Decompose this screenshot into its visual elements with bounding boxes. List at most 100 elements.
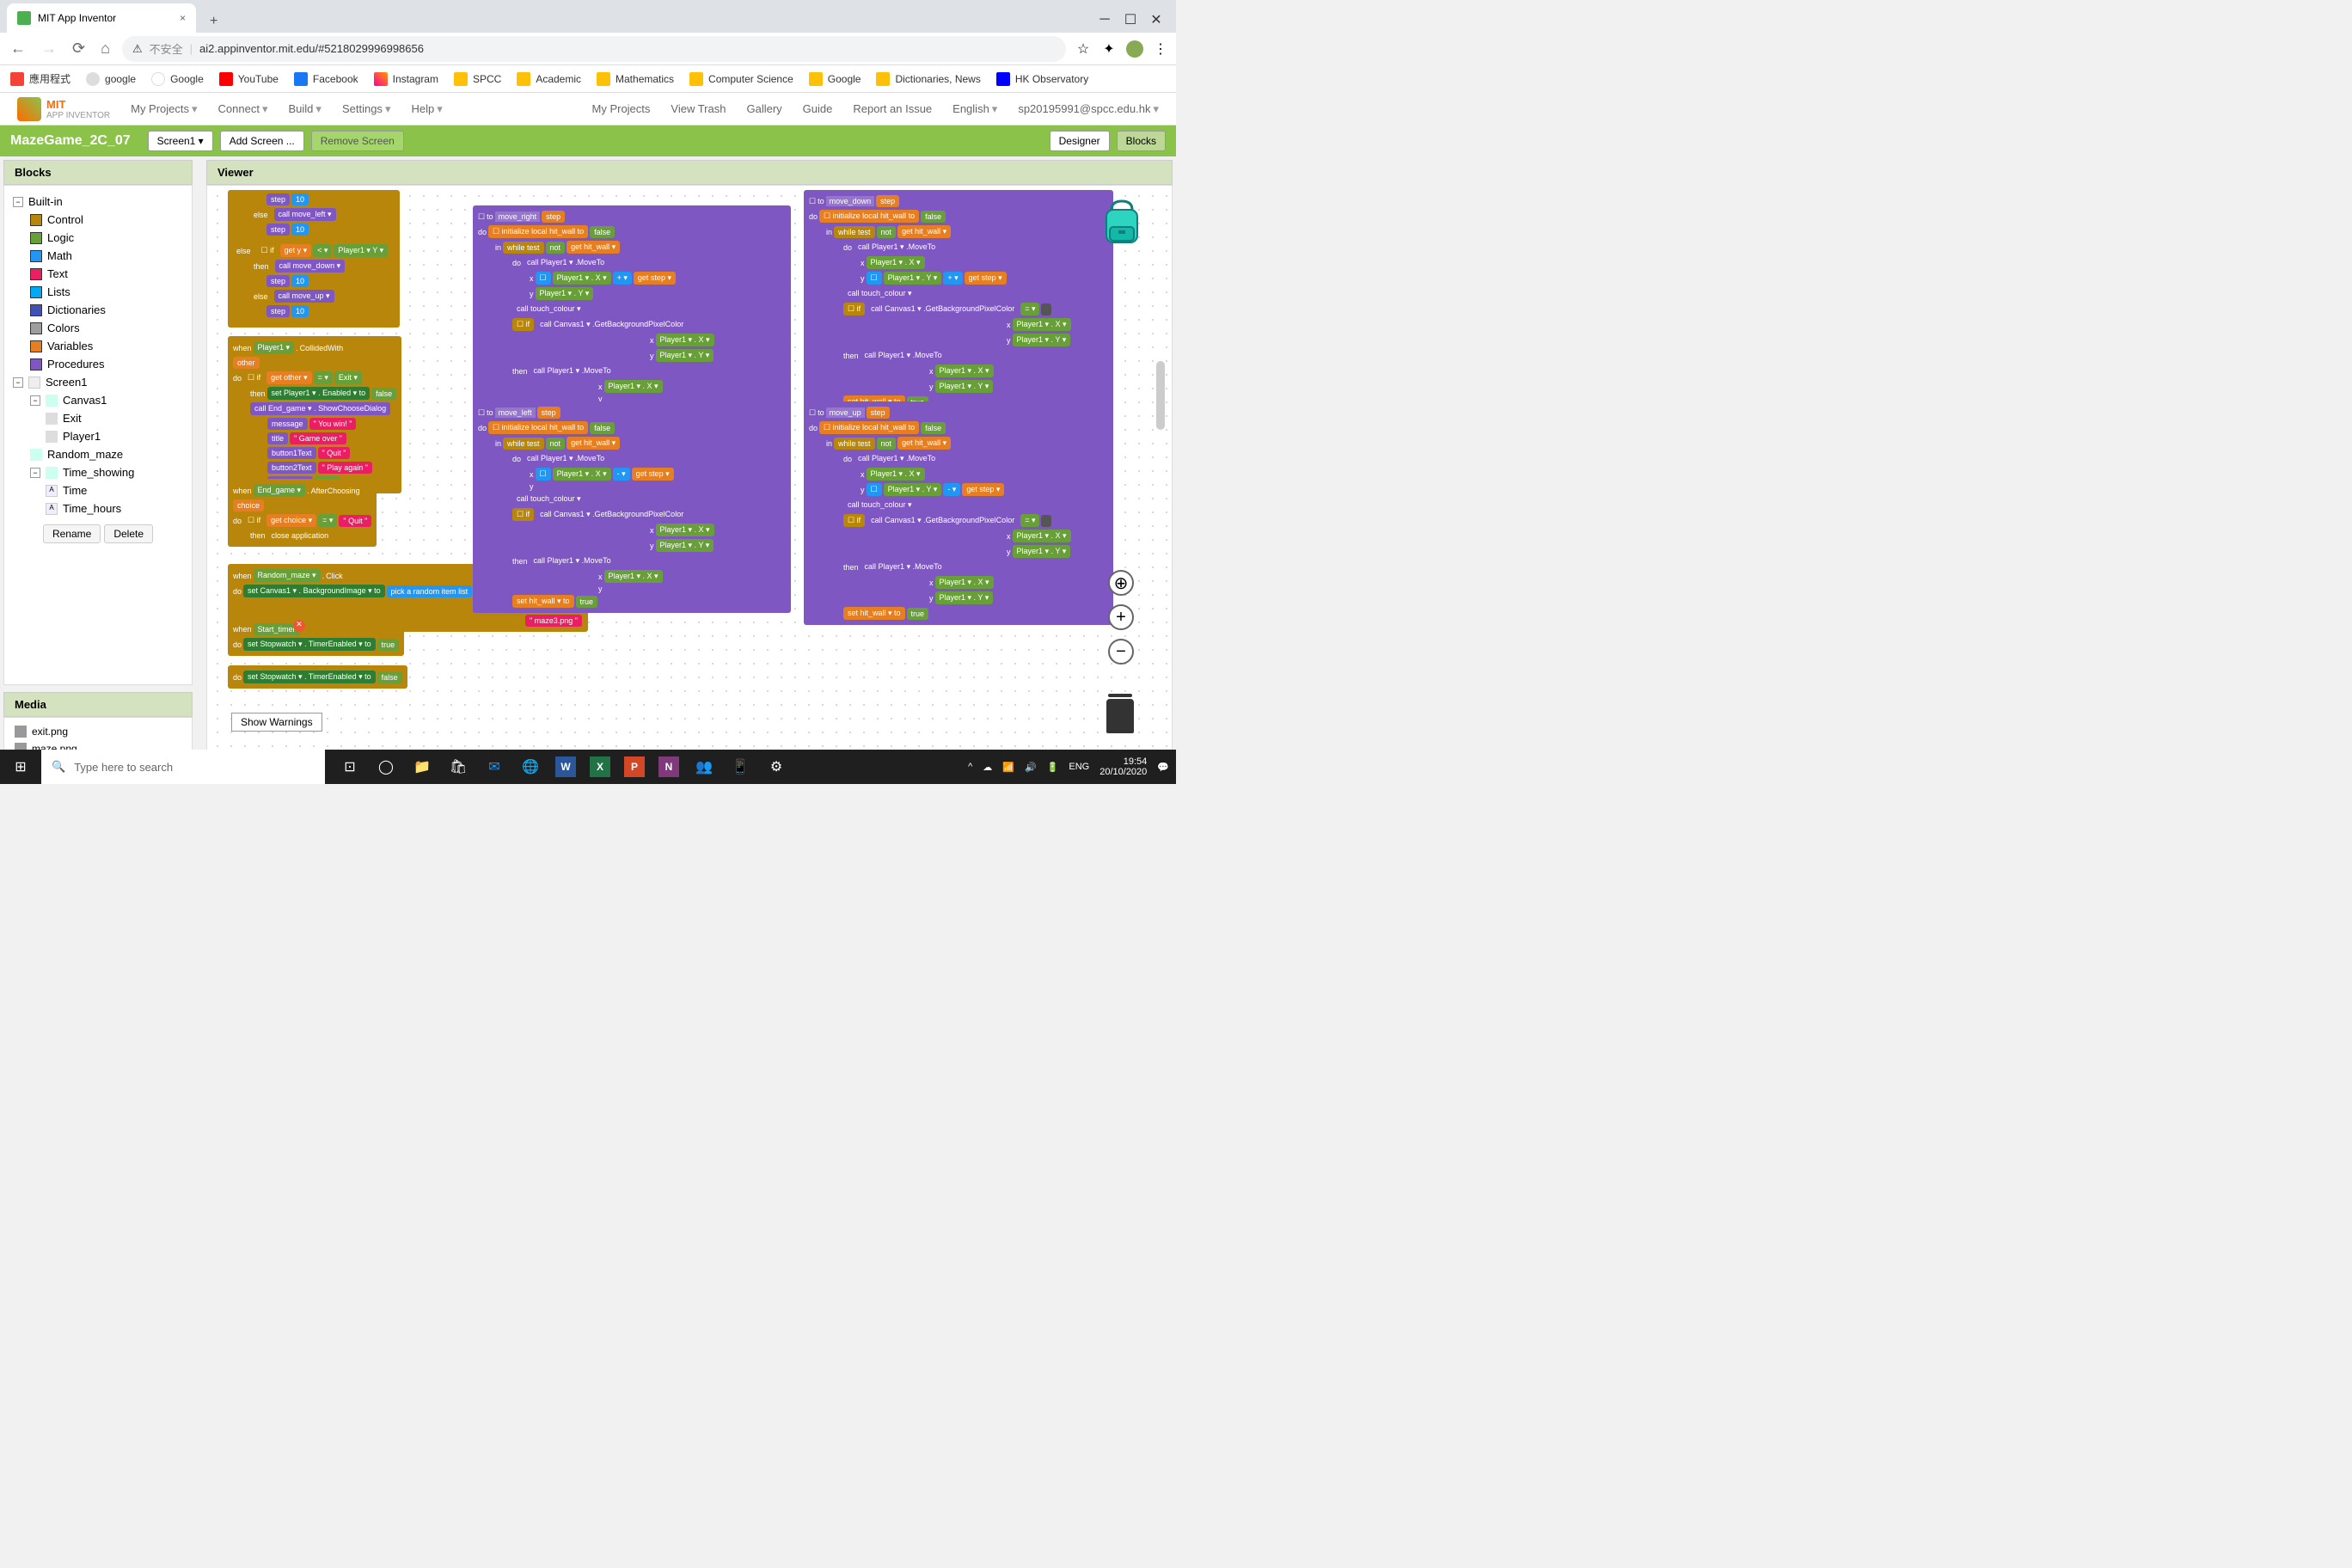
menu-report-issue[interactable]: Report an Issue [853, 102, 932, 115]
cortana-icon[interactable]: ◯ [368, 750, 404, 784]
remove-screen-button[interactable]: Remove Screen [311, 131, 404, 151]
notifications-icon[interactable]: 💬 [1157, 762, 1169, 773]
blocks-canvas[interactable]: step10 elsecall move_left ▾ step10 else☐… [206, 185, 1173, 781]
app-icon-2[interactable]: ⚙ [758, 750, 794, 784]
store-icon[interactable]: 🛍 [440, 750, 476, 784]
tree-exit[interactable]: Exit [9, 409, 187, 427]
onenote-icon[interactable]: N [658, 756, 679, 777]
rename-button[interactable]: Rename [43, 524, 101, 543]
new-tab-button[interactable]: + [203, 10, 224, 33]
trash-icon[interactable] [1106, 699, 1134, 733]
close-window-icon[interactable]: ✕ [1150, 14, 1162, 26]
vertical-scrollbar[interactable] [1156, 361, 1165, 430]
explorer-icon[interactable]: 📁 [404, 750, 440, 784]
tree-dictionaries[interactable]: Dictionaries [9, 301, 187, 319]
tree-variables[interactable]: Variables [9, 337, 187, 355]
designer-button[interactable]: Designer [1050, 131, 1110, 151]
excel-icon[interactable]: X [590, 756, 610, 777]
logo[interactable]: MIT APP INVENTOR [17, 97, 110, 121]
close-tab-icon[interactable]: × [180, 12, 186, 24]
zoom-target-icon[interactable]: ⊕ [1108, 570, 1134, 596]
avatar-icon[interactable] [1126, 40, 1143, 58]
forward-button[interactable]: → [38, 36, 60, 61]
bookmark-item[interactable]: Instagram [374, 72, 438, 86]
tree-math[interactable]: Math [9, 247, 187, 265]
mail-icon[interactable]: ✉ [476, 750, 512, 784]
menu-help[interactable]: Help▾ [411, 102, 442, 116]
bookmark-item[interactable]: 應用程式 [10, 71, 70, 86]
blocks-button[interactable]: Blocks [1117, 131, 1166, 151]
tray-time[interactable]: 19:54 [1099, 756, 1147, 767]
tree-logic[interactable]: Logic [9, 229, 187, 247]
tree-time[interactable]: ATime [9, 481, 187, 499]
menu-guide[interactable]: Guide [803, 102, 833, 115]
task-view-icon[interactable]: ⊡ [332, 750, 368, 784]
maximize-icon[interactable]: ☐ [1124, 14, 1136, 26]
zoom-in-icon[interactable]: + [1108, 604, 1134, 630]
tree-procedures[interactable]: Procedures [9, 355, 187, 373]
tray-wifi-icon[interactable]: 📶 [1002, 762, 1014, 773]
reload-button[interactable]: ⟳ [69, 36, 89, 61]
star-icon[interactable]: ☆ [1075, 40, 1092, 58]
backpack-icon[interactable] [1101, 198, 1142, 246]
minimize-icon[interactable]: ─ [1099, 14, 1111, 26]
tree-colors[interactable]: Colors [9, 319, 187, 337]
word-icon[interactable]: W [555, 756, 576, 777]
tray-battery-icon[interactable]: 🔋 [1047, 762, 1059, 773]
delete-button[interactable]: Delete [104, 524, 153, 543]
tree-screen1[interactable]: −Screen1 [9, 373, 187, 391]
search-input[interactable]: 🔍 Type here to search [41, 750, 325, 784]
add-screen-button[interactable]: Add Screen ... [220, 131, 304, 151]
menu-my-projects-2[interactable]: My Projects [592, 102, 651, 115]
tray-onedrive-icon[interactable]: ☁ [983, 762, 992, 773]
bookmark-item[interactable]: google [86, 72, 136, 86]
tray-chevron-icon[interactable]: ^ [968, 762, 972, 772]
app-icon[interactable]: 📱 [722, 750, 758, 784]
bookmark-item[interactable]: Computer Science [689, 72, 793, 86]
tray-language[interactable]: ENG [1069, 762, 1089, 772]
chrome-icon[interactable]: 🌐 [512, 750, 548, 784]
menu-connect[interactable]: Connect▾ [218, 102, 268, 116]
tree-builtin[interactable]: −Built-in [9, 193, 187, 211]
bookmark-item[interactable]: YouTube [219, 72, 279, 86]
menu-build[interactable]: Build▾ [289, 102, 322, 116]
bookmark-item[interactable]: SPCC [454, 72, 501, 86]
home-button[interactable]: ⌂ [97, 36, 113, 61]
tree-canvas1[interactable]: −Canvas1 [9, 391, 187, 409]
menu-language[interactable]: English▾ [952, 102, 997, 116]
menu-gallery[interactable]: Gallery [746, 102, 781, 115]
menu-icon[interactable]: ⋮ [1152, 40, 1169, 58]
bookmark-item[interactable]: Mathematics [597, 72, 674, 86]
tree-player1[interactable]: Player1 [9, 427, 187, 445]
bookmark-item[interactable]: Academic [517, 72, 581, 86]
url-bar[interactable]: ⚠ 不安全 | ai2.appinventor.mit.edu/#5218029… [122, 36, 1066, 62]
bookmark-item[interactable]: Google [809, 72, 861, 86]
tree-time-showing[interactable]: −Time_showing [9, 463, 187, 481]
back-button[interactable]: ← [7, 36, 29, 61]
blocks-tree: −Built-in Control Logic Math Text Lists … [3, 185, 193, 685]
teams-icon[interactable]: 👥 [686, 750, 722, 784]
tree-text[interactable]: Text [9, 265, 187, 283]
start-button[interactable]: ⊞ [0, 750, 41, 784]
menu-my-projects[interactable]: My Projects▾ [131, 102, 197, 116]
tree-time-hours[interactable]: ATime_hours [9, 499, 187, 518]
tray-date[interactable]: 20/10/2020 [1099, 767, 1147, 777]
user-email[interactable]: sp20195991@spcc.edu.hk▾ [1018, 102, 1159, 116]
bookmark-item[interactable]: Dictionaries, News [876, 72, 980, 86]
browser-tab[interactable]: MIT App Inventor × [7, 3, 196, 33]
bookmark-item[interactable]: Google [151, 72, 204, 86]
extensions-icon[interactable]: ✦ [1100, 40, 1118, 58]
bookmark-item[interactable]: HK Observatory [996, 72, 1088, 86]
tree-control[interactable]: Control [9, 211, 187, 229]
screen-selector[interactable]: Screen1 ▾ [148, 131, 213, 151]
powerpoint-icon[interactable]: P [624, 756, 645, 777]
tree-lists[interactable]: Lists [9, 283, 187, 301]
bookmark-item[interactable]: Facebook [294, 72, 358, 86]
show-warnings-button[interactable]: Show Warnings [231, 713, 322, 732]
media-item[interactable]: exit.png [15, 723, 181, 740]
tray-volume-icon[interactable]: 🔊 [1025, 762, 1037, 773]
menu-view-trash[interactable]: View Trash [671, 102, 726, 115]
menu-settings[interactable]: Settings▾ [342, 102, 391, 116]
zoom-out-icon[interactable]: − [1108, 639, 1134, 665]
tree-random-maze[interactable]: Random_maze [9, 445, 187, 463]
